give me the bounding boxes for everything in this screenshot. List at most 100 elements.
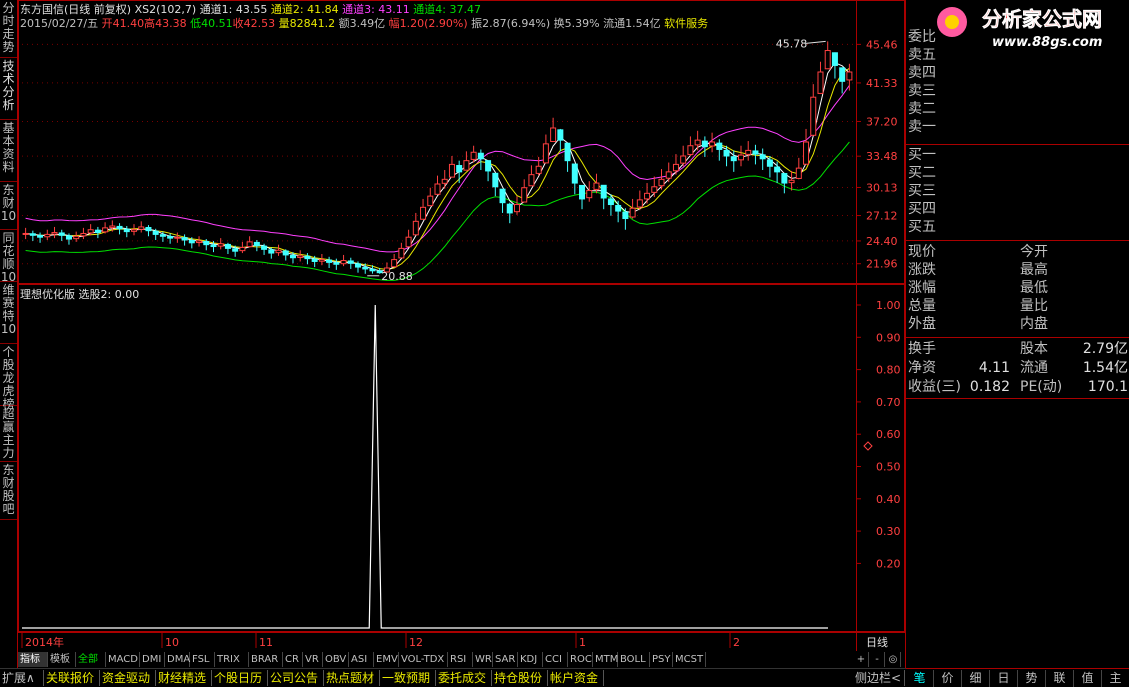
candle[interactable]	[224, 242, 231, 254]
right-tab-0[interactable]: 笔	[906, 670, 934, 687]
candle[interactable]	[73, 231, 80, 242]
function-tab-8[interactable]: 委托成交	[436, 670, 492, 686]
candle[interactable]	[434, 175, 441, 195]
candle[interactable]	[737, 145, 744, 167]
candle[interactable]	[239, 241, 246, 254]
right-tab-3[interactable]: 日	[990, 670, 1018, 687]
candle[interactable]	[463, 151, 470, 171]
candle[interactable]	[326, 256, 333, 268]
left-tab-7[interactable]: 超赢主力	[0, 406, 17, 462]
candle[interactable]	[116, 223, 123, 235]
candle[interactable]	[398, 242, 405, 259]
candle[interactable]	[846, 63, 853, 91]
zoom-button-1[interactable]: -	[870, 652, 885, 667]
left-tab-2[interactable]: 基本资料	[0, 120, 17, 182]
candle[interactable]	[586, 181, 593, 202]
chart-canvas[interactable]: 45.46 41.33 37.20 33.48 30.13 27.12 24.40 21.96…	[18, 0, 905, 651]
candle[interactable]	[441, 170, 448, 189]
zoom-button-2[interactable]: ◎	[886, 652, 901, 667]
candle[interactable]	[37, 232, 44, 243]
period-label[interactable]: 日线	[866, 635, 888, 649]
candle[interactable]	[44, 229, 51, 240]
indicator-tab-11[interactable]: OBV	[323, 652, 349, 667]
candle[interactable]	[456, 160, 463, 184]
indicator-tab-23[interactable]: PSY	[650, 652, 673, 667]
right-tab-2[interactable]: 细	[962, 670, 990, 687]
indicator-tab-18[interactable]: KDJ	[518, 652, 543, 667]
left-tab-1[interactable]: 技术分析	[0, 58, 17, 120]
candle[interactable]	[513, 196, 520, 215]
right-tab-7[interactable]: 主	[1102, 670, 1129, 687]
candle[interactable]	[499, 188, 506, 213]
indicator-tab-14[interactable]: VOL-TDX	[399, 652, 448, 667]
candle[interactable]	[333, 258, 340, 270]
indicator-tab-19[interactable]: CCI	[543, 652, 568, 667]
indicator-tab-8[interactable]: BRAR	[249, 652, 283, 667]
candle[interactable]	[51, 226, 58, 239]
candle[interactable]	[347, 257, 354, 269]
candle[interactable]	[268, 247, 275, 259]
candle[interactable]	[542, 134, 549, 164]
function-tab-4[interactable]: 个股日历	[212, 670, 268, 686]
candle[interactable]	[123, 226, 130, 238]
candle[interactable]	[716, 139, 723, 161]
candle[interactable]	[297, 250, 304, 262]
indicator-tab-24[interactable]: MCST	[673, 652, 706, 667]
candle[interactable]	[506, 202, 513, 224]
candle[interactable]	[752, 144, 759, 165]
candle[interactable]	[550, 117, 557, 142]
left-tab-5[interactable]: 维赛特10	[0, 282, 17, 344]
candle[interactable]	[22, 227, 29, 240]
candle[interactable]	[766, 156, 773, 178]
left-tab-8[interactable]: 东财股吧	[0, 462, 17, 520]
function-tab-6[interactable]: 热点题材	[324, 670, 380, 686]
candle[interactable]	[600, 184, 607, 210]
candle[interactable]	[485, 160, 492, 182]
candle[interactable]	[246, 236, 253, 248]
function-tab-0[interactable]: 扩展∧	[0, 670, 44, 686]
function-tab-5[interactable]: 公司公告	[268, 670, 324, 686]
candle[interactable]	[564, 142, 571, 172]
indicator-tab-3[interactable]: MACD	[106, 652, 140, 667]
indicator-tab-0[interactable]: 指标	[18, 652, 48, 667]
candle[interactable]	[810, 84, 817, 136]
candle[interactable]	[781, 172, 788, 194]
right-tab-6[interactable]: 值	[1074, 670, 1102, 687]
candle[interactable]	[694, 130, 701, 151]
indicator-tab-6[interactable]: FSL	[190, 652, 215, 667]
candle[interactable]	[687, 136, 694, 156]
candle[interactable]	[94, 226, 101, 239]
candle[interactable]	[412, 212, 419, 236]
left-tab-3[interactable]: 东财10	[0, 182, 17, 230]
candle[interactable]	[391, 254, 398, 268]
candle[interactable]	[680, 145, 687, 167]
function-tab-1[interactable]: 关联报价	[44, 670, 100, 686]
candle[interactable]	[831, 52, 838, 79]
candle[interactable]	[839, 67, 846, 94]
indicator-tab-13[interactable]: EMV	[374, 652, 399, 667]
indicator-tab-1[interactable]: 模板	[48, 652, 76, 667]
indicator-tab-20[interactable]: ROC	[568, 652, 593, 667]
candle[interactable]	[745, 141, 752, 161]
right-tab-1[interactable]: 价	[934, 670, 962, 687]
left-tab-4[interactable]: 同花顺10	[0, 230, 17, 284]
candle[interactable]	[275, 244, 282, 256]
candle[interactable]	[420, 198, 427, 220]
candle[interactable]	[181, 234, 188, 246]
candle[interactable]	[477, 149, 484, 170]
indicator-tab-5[interactable]: DMA	[165, 652, 190, 667]
candle[interactable]	[196, 236, 203, 247]
indicator-tab-12[interactable]: ASI	[349, 652, 374, 667]
candle[interactable]	[636, 190, 643, 211]
candle[interactable]	[131, 224, 138, 236]
left-tab-0[interactable]: 分时走势	[0, 0, 17, 58]
zoom-button-0[interactable]: +	[854, 652, 869, 667]
candle[interactable]	[615, 200, 622, 223]
function-tab-9[interactable]: 持仓股份	[492, 670, 548, 686]
candle[interactable]	[759, 148, 766, 170]
candle[interactable]	[448, 156, 455, 178]
candle[interactable]	[651, 176, 658, 198]
candle[interactable]	[579, 184, 586, 210]
candle[interactable]	[138, 221, 145, 233]
candle[interactable]	[817, 61, 824, 94]
